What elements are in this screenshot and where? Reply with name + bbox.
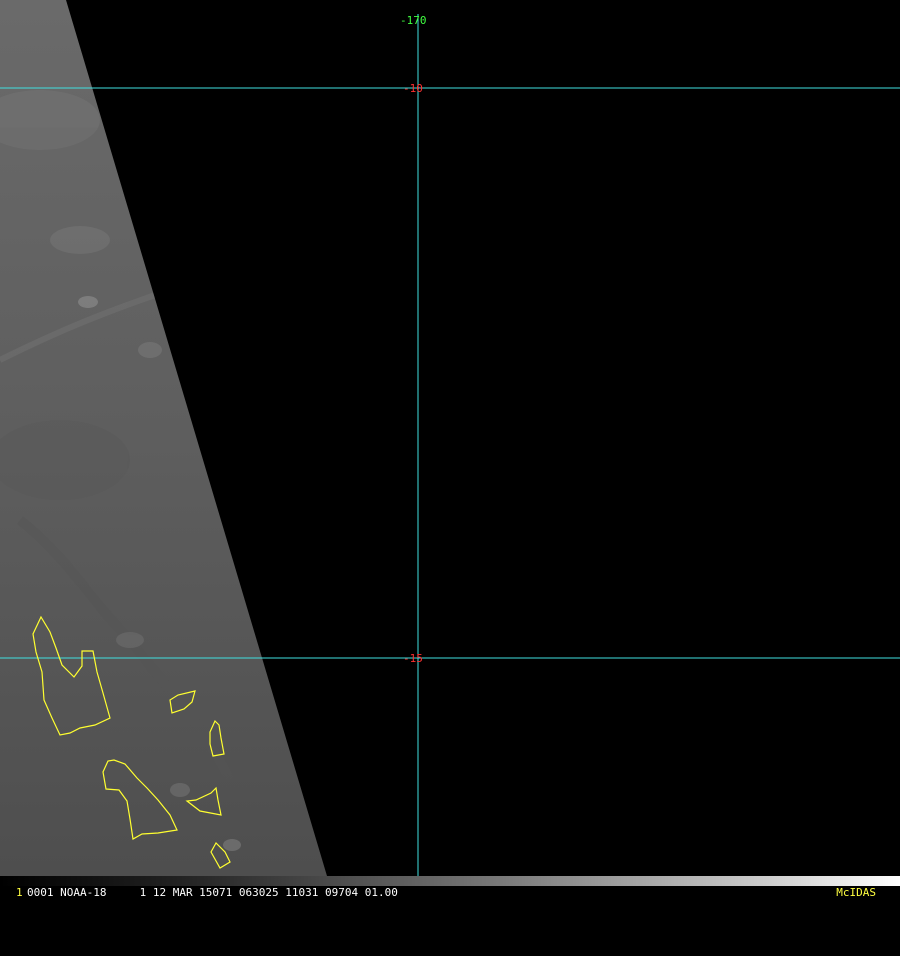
latitude-label: -15 (403, 652, 423, 665)
status-text-row: 1 0001 NOAA-18 1 12 MAR 15071 063025 110… (0, 886, 900, 900)
status-bar: 1 0001 NOAA-18 1 12 MAR 15071 063025 110… (0, 876, 900, 900)
longitude-label: -170 (400, 14, 427, 27)
latitude-label: -10 (403, 82, 423, 95)
color-scale-bar (0, 876, 900, 886)
satellite-swath (0, 0, 327, 876)
image-info: 0001 NOAA-18 1 12 MAR 15071 063025 11031… (27, 886, 398, 899)
mcidas-logo: McIDAS (836, 886, 876, 899)
frame-number: 1 (16, 886, 23, 899)
grid-labels: -170 -10 -15 (400, 14, 427, 665)
satellite-map: -170 -10 -15 (0, 0, 900, 876)
